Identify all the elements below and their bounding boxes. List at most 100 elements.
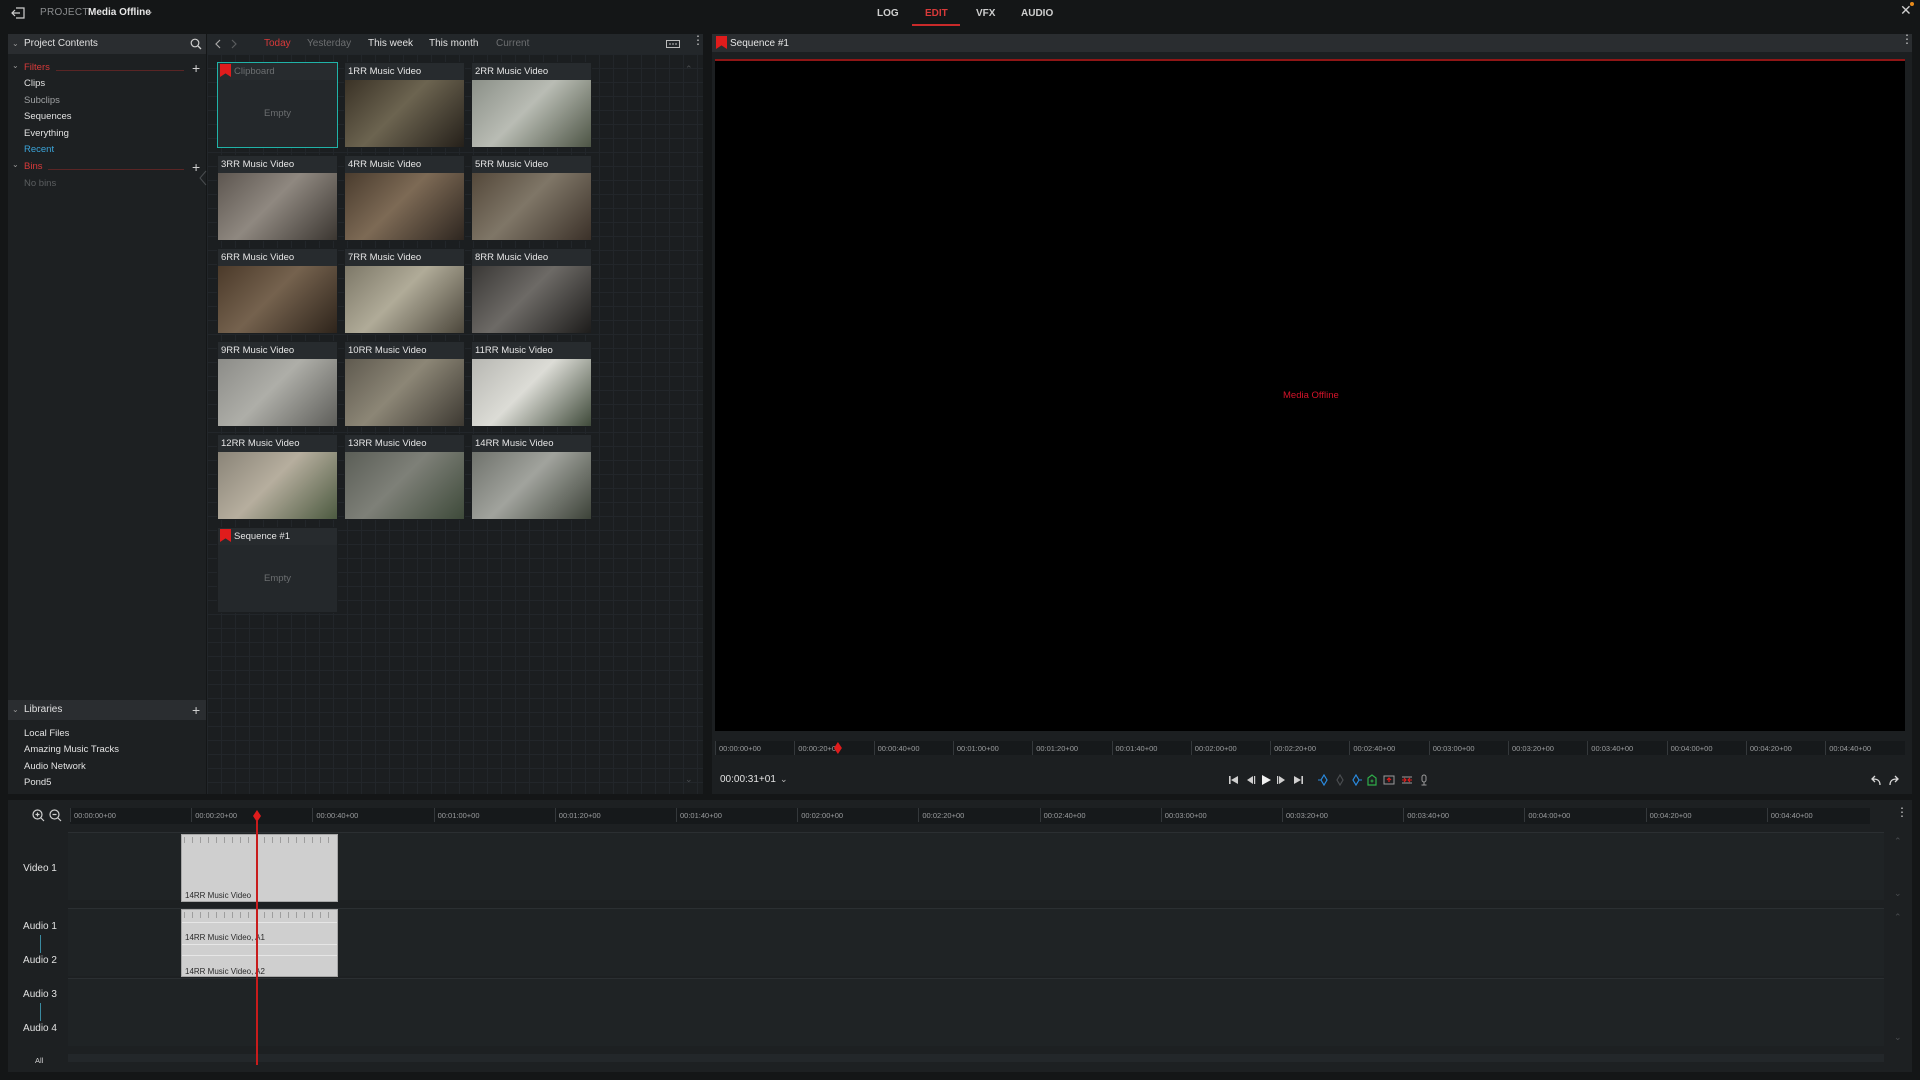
more-options-icon[interactable]: ⋮ bbox=[1901, 33, 1913, 45]
timeline-ruler[interactable]: 00:00:00+00 00:00:20+00 00:00:40+00 00:01:0… bbox=[70, 808, 1870, 824]
scroll-down-icon[interactable]: ⌄ bbox=[685, 774, 693, 785]
timeline-playhead[interactable] bbox=[256, 820, 258, 1065]
scroll-up-icon[interactable]: ⌃ bbox=[1894, 912, 1902, 923]
tab-audio[interactable]: AUDIO bbox=[1021, 8, 1053, 19]
collapse-panel-handle[interactable] bbox=[199, 170, 207, 186]
mark-clip-icon[interactable] bbox=[1334, 774, 1346, 786]
scroll-up-icon[interactable]: ⌃ bbox=[1894, 836, 1902, 847]
bookmark-icon bbox=[220, 64, 231, 77]
ruler-tick-label: 00:01:20+00 bbox=[558, 811, 601, 820]
insert-icon[interactable] bbox=[1400, 774, 1414, 786]
library-local-files[interactable]: Local Files bbox=[24, 728, 69, 739]
viewer-header: Sequence #1 ⋮ bbox=[712, 33, 1913, 52]
search-icon[interactable] bbox=[190, 38, 202, 50]
clip-tile[interactable]: 9RR Music Video bbox=[217, 341, 338, 427]
library-pond5[interactable]: Pond5 bbox=[24, 777, 51, 788]
more-options-icon[interactable]: ⋮ bbox=[1896, 806, 1908, 818]
clip-tile[interactable]: 11RR Music Video bbox=[471, 341, 592, 427]
library-audio-network[interactable]: Audio Network bbox=[24, 761, 86, 772]
filter-recent[interactable]: Recent bbox=[24, 144, 54, 155]
viewer-timeline-ruler[interactable]: 00:00:00+00 00:00:20+00 00:00:40+00 00:01:0… bbox=[715, 741, 1905, 755]
scroll-down-icon[interactable]: ⌄ bbox=[1894, 1032, 1902, 1043]
chevron-down-icon[interactable]: ⌄ bbox=[146, 6, 154, 17]
project-name-dropdown[interactable]: Media Offline bbox=[88, 7, 151, 18]
clip-tile[interactable]: 6RR Music Video bbox=[217, 248, 338, 334]
track-label-audio-4[interactable]: Audio 4 bbox=[12, 1023, 68, 1034]
clipboard-tile[interactable]: Clipboard Empty bbox=[217, 62, 338, 148]
track-label-video-1[interactable]: Video 1 bbox=[12, 863, 68, 874]
chevron-down-icon[interactable]: ⌄ bbox=[12, 705, 19, 714]
step-forward-icon[interactable] bbox=[1276, 774, 1288, 786]
ruler-tick-label: 00:02:40+00 bbox=[1353, 744, 1396, 753]
audio-track-1-2[interactable] bbox=[68, 908, 1884, 976]
tab-edit[interactable]: EDIT bbox=[925, 8, 948, 19]
chevron-down-icon[interactable]: ⌄ bbox=[12, 61, 19, 70]
tab-vfx[interactable]: VFX bbox=[976, 8, 995, 19]
date-tab-yesterday[interactable]: Yesterday bbox=[307, 38, 351, 49]
clip-tile[interactable]: 13RR Music Video bbox=[344, 434, 465, 520]
ruler-gridline bbox=[1825, 741, 1827, 755]
horizontal-scrollbar[interactable] bbox=[68, 1054, 1884, 1062]
chevron-down-icon[interactable]: ⌄ bbox=[12, 39, 19, 48]
redo-icon[interactable] bbox=[1888, 775, 1900, 786]
tab-log[interactable]: LOG bbox=[877, 8, 899, 19]
add-filter-icon[interactable]: + bbox=[192, 61, 200, 75]
track-link-indicator bbox=[40, 935, 41, 953]
filter-clips[interactable]: Clips bbox=[24, 78, 45, 89]
filters-heading[interactable]: Filters bbox=[24, 62, 50, 73]
play-icon[interactable] bbox=[1260, 774, 1272, 786]
sequence-tile[interactable]: Sequence #1 Empty bbox=[217, 527, 338, 613]
date-tab-this-month[interactable]: This month bbox=[429, 38, 478, 49]
date-tab-today[interactable]: Today bbox=[264, 38, 291, 49]
clip-tile[interactable]: 14RR Music Video bbox=[471, 434, 592, 520]
date-tab-current[interactable]: Current bbox=[496, 38, 529, 49]
track-label-audio-2[interactable]: Audio 2 bbox=[12, 955, 68, 966]
overwrite-icon[interactable] bbox=[1382, 774, 1396, 786]
add-library-icon[interactable]: + bbox=[192, 703, 200, 717]
zoom-in-icon[interactable] bbox=[32, 809, 45, 822]
date-tab-this-week[interactable]: This week bbox=[368, 38, 413, 49]
step-back-icon[interactable] bbox=[1244, 774, 1256, 786]
chevron-down-icon[interactable]: ⌄ bbox=[780, 774, 788, 785]
back-arrow-icon[interactable] bbox=[214, 39, 222, 49]
scroll-up-icon[interactable]: ⌃ bbox=[685, 64, 693, 75]
mark-out-icon[interactable] bbox=[1350, 774, 1362, 786]
filter-everything[interactable]: Everything bbox=[24, 128, 69, 139]
go-to-end-icon[interactable] bbox=[1292, 774, 1304, 786]
grid-view-icon[interactable] bbox=[666, 39, 680, 49]
clip-tile[interactable]: 2RR Music Video bbox=[471, 62, 592, 148]
more-options-icon[interactable]: ⋮ bbox=[692, 34, 704, 46]
timecode-display[interactable]: 00:00:31+01 bbox=[720, 774, 776, 785]
microphone-icon[interactable] bbox=[1418, 774, 1430, 786]
go-to-start-icon[interactable] bbox=[1228, 774, 1240, 786]
filter-subclips[interactable]: Subclips bbox=[24, 95, 60, 106]
audio-clip[interactable]: 14RR Music Video, A1 14RR Music Video, A… bbox=[181, 909, 338, 977]
library-amazing-music-tracks[interactable]: Amazing Music Tracks bbox=[24, 744, 119, 755]
clip-tile[interactable]: 5RR Music Video bbox=[471, 155, 592, 241]
track-label-audio-3[interactable]: Audio 3 bbox=[12, 989, 68, 1000]
chevron-down-icon[interactable]: ⌄ bbox=[12, 160, 19, 169]
video-clip[interactable]: 14RR Music Video bbox=[181, 834, 338, 902]
clip-tile[interactable]: 1RR Music Video bbox=[344, 62, 465, 148]
clip-tile[interactable]: 4RR Music Video bbox=[344, 155, 465, 241]
zoom-out-icon[interactable] bbox=[49, 809, 62, 822]
ruler-tick-label: 00:02:00+00 bbox=[801, 811, 844, 820]
track-label-audio-1[interactable]: Audio 1 bbox=[12, 921, 68, 932]
scroll-down-icon[interactable]: ⌄ bbox=[1894, 888, 1902, 899]
track-label-all[interactable]: All bbox=[35, 1056, 43, 1065]
bins-heading[interactable]: Bins bbox=[24, 161, 42, 172]
audio-track-3-4[interactable] bbox=[68, 978, 1884, 1046]
undo-icon[interactable] bbox=[1870, 775, 1882, 786]
filter-sequences[interactable]: Sequences bbox=[24, 111, 72, 122]
forward-arrow-icon[interactable] bbox=[230, 39, 238, 49]
clip-tile[interactable]: 12RR Music Video bbox=[217, 434, 338, 520]
clip-tile[interactable]: 8RR Music Video bbox=[471, 248, 592, 334]
clip-tile[interactable]: 3RR Music Video bbox=[217, 155, 338, 241]
add-marker-icon[interactable] bbox=[1366, 774, 1378, 786]
video-preview[interactable]: Media Offline bbox=[715, 59, 1905, 731]
exit-icon[interactable] bbox=[10, 6, 26, 20]
clip-tile[interactable]: 10RR Music Video bbox=[344, 341, 465, 427]
clip-tile[interactable]: 7RR Music Video bbox=[344, 248, 465, 334]
video-track-1[interactable] bbox=[68, 832, 1884, 900]
mark-in-icon[interactable] bbox=[1318, 774, 1330, 786]
